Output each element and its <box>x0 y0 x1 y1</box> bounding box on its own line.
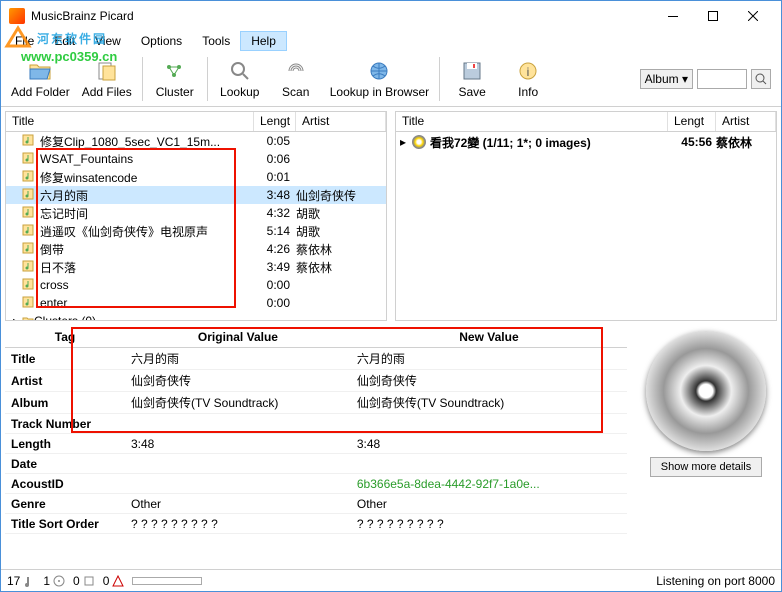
search-icon <box>228 59 252 83</box>
progress-bar <box>132 577 202 585</box>
album-artist: 蔡依林 <box>716 134 776 151</box>
save-icon <box>460 59 484 83</box>
file-row[interactable]: enter0:00 <box>6 294 386 312</box>
disc-icon <box>53 575 65 587</box>
tag-row[interactable]: Title六月的雨六月的雨 <box>5 348 627 370</box>
pending-icon <box>83 575 95 587</box>
col-artist[interactable]: Artist <box>716 112 776 131</box>
music-file-icon <box>22 134 36 148</box>
cd-icon <box>412 135 426 149</box>
col-artist[interactable]: Artist <box>296 112 386 131</box>
col-title[interactable]: Title <box>396 112 668 131</box>
cover-art <box>646 331 766 451</box>
menu-tools[interactable]: Tools <box>192 32 240 50</box>
th-tag[interactable]: Tag <box>5 327 125 348</box>
close-button[interactable] <box>733 1 773 31</box>
lookup-browser-button[interactable]: Lookup in Browser <box>324 54 435 104</box>
tag-row[interactable]: GenreOtherOther <box>5 494 627 514</box>
album-length: 45:56 <box>668 135 716 149</box>
menu-options[interactable]: Options <box>131 32 192 50</box>
col-length[interactable]: Lengt <box>254 112 296 131</box>
music-file-icon <box>22 242 36 256</box>
file-row[interactable]: 修复Clip_1080_5sec_VC1_15m...0:05 <box>6 132 386 150</box>
menu-bar: File Edit View Options Tools Help <box>1 31 781 51</box>
unmatched-pane: Title Lengt Artist 修复Clip_1080_5sec_VC1_… <box>5 111 387 321</box>
music-file-icon <box>22 206 36 220</box>
expand-icon[interactable]: ▸ <box>10 314 22 320</box>
matched-pane: Title Lengt Artist ▸ 看我72變 (1/11; 1*; 0 … <box>395 111 777 321</box>
info-button[interactable]: i Info <box>500 54 556 104</box>
status-listen: Listening on port 8000 <box>656 574 775 588</box>
show-more-button[interactable]: Show more details <box>650 457 763 477</box>
lookup-button[interactable]: Lookup <box>212 54 268 104</box>
search-button[interactable] <box>751 69 771 89</box>
file-row[interactable]: 六月的雨3:48仙剑奇侠传 <box>6 186 386 204</box>
cluster-icon <box>163 59 187 83</box>
tag-row[interactable]: Title Sort Order? ? ? ? ? ? ? ? ?? ? ? ?… <box>5 514 627 534</box>
clusters-node[interactable]: ▸Clusters (0) <box>6 312 386 320</box>
toolbar: Add Folder Add Files Cluster Lookup Scan… <box>1 51 781 107</box>
maximize-button[interactable] <box>693 1 733 31</box>
file-row[interactable]: cross0:00 <box>6 276 386 294</box>
tag-row[interactable]: AcoustID6b366e5a-8dea-4442-92f7-1a0e... <box>5 474 627 494</box>
error-icon <box>112 575 124 587</box>
svg-text:i: i <box>527 65 530 79</box>
file-row[interactable]: 忘记时间4:32胡歌 <box>6 204 386 222</box>
tag-row[interactable]: Album仙剑奇侠传(TV Soundtrack)仙剑奇侠传(TV Soundt… <box>5 392 627 414</box>
file-row[interactable]: WSAT_Fountains0:06 <box>6 150 386 168</box>
col-title[interactable]: Title <box>6 112 254 131</box>
app-icon <box>9 8 25 24</box>
note-icon <box>23 575 35 587</box>
music-file-icon <box>22 296 36 310</box>
search-type-select[interactable]: Album ▾ <box>640 69 693 89</box>
save-button[interactable]: Save <box>444 54 500 104</box>
minimize-button[interactable] <box>653 1 693 31</box>
watermark-url: www.pc0359.cn <box>21 49 117 64</box>
music-file-icon <box>22 278 36 292</box>
music-file-icon <box>22 260 36 274</box>
music-file-icon <box>22 188 36 202</box>
file-row[interactable]: 修复winsatencode0:01 <box>6 168 386 186</box>
tag-row[interactable]: Date <box>5 454 627 474</box>
watermark-logo: 河东软件园 <box>3 23 107 50</box>
tag-table: Tag Original Value New Value Title六月的雨六月… <box>5 327 627 534</box>
info-icon: i <box>516 59 540 83</box>
unmatched-list[interactable]: 修复Clip_1080_5sec_VC1_15m...0:05WSAT_Foun… <box>6 132 386 320</box>
file-row[interactable]: 日不落3:49蔡依林 <box>6 258 386 276</box>
search-input[interactable] <box>697 69 747 89</box>
status-bar: 17 1 0 0 Listening on port 8000 <box>1 569 781 591</box>
tag-row[interactable]: Track Number <box>5 414 627 434</box>
menu-help[interactable]: Help <box>240 31 287 51</box>
title-bar: MusicBrainz Picard <box>1 1 781 31</box>
col-length[interactable]: Lengt <box>668 112 716 131</box>
album-title: 看我72變 (1/11; 1*; 0 images) <box>430 134 668 151</box>
folder-icon <box>22 315 34 320</box>
file-row[interactable]: 逍遥叹《仙剑奇侠传》电视原声5:14胡歌 <box>6 222 386 240</box>
th-new[interactable]: New Value <box>351 327 627 348</box>
scan-icon <box>284 59 308 83</box>
expand-icon[interactable]: ▸ <box>400 135 412 149</box>
cluster-button[interactable]: Cluster <box>147 54 203 104</box>
window-title: MusicBrainz Picard <box>31 9 653 23</box>
file-row[interactable]: 倒带4:26蔡依林 <box>6 240 386 258</box>
globe-icon <box>367 59 391 83</box>
scan-button[interactable]: Scan <box>268 54 324 104</box>
th-orig[interactable]: Original Value <box>125 327 351 348</box>
album-row[interactable]: ▸ 看我72變 (1/11; 1*; 0 images) 45:56 蔡依林 <box>396 132 776 152</box>
music-file-icon <box>22 170 36 184</box>
tag-row[interactable]: Length3:483:48 <box>5 434 627 454</box>
music-file-icon <box>22 152 36 166</box>
matched-list[interactable]: ▸ 看我72變 (1/11; 1*; 0 images) 45:56 蔡依林 <box>396 132 776 320</box>
tag-row[interactable]: Artist仙剑奇侠传仙剑奇侠传 <box>5 370 627 392</box>
music-file-icon <box>22 224 36 238</box>
